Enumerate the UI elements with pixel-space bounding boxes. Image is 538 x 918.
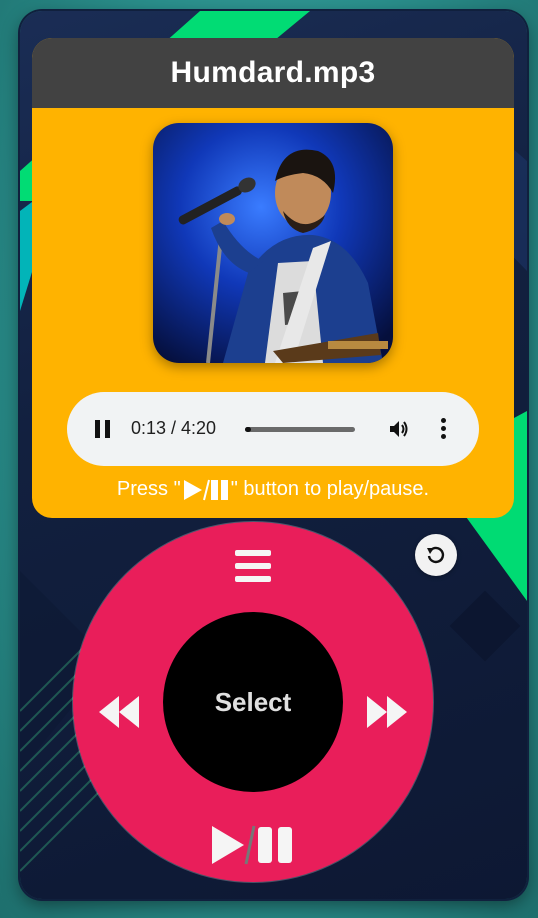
hint-suffix: " button to play/pause.: [230, 478, 430, 500]
progress-slider[interactable]: [245, 427, 355, 432]
audio-player: 0:13 / 4:20: [67, 392, 479, 466]
player-screen: Humdard.mp3 0:13 / 4:20 Press " " button…: [32, 38, 514, 518]
select-button[interactable]: Select: [163, 612, 343, 792]
reset-button[interactable]: [415, 534, 457, 576]
volume-icon[interactable]: [387, 417, 411, 441]
song-title: Humdard.mp3: [170, 56, 376, 89]
reset-icon: [427, 546, 445, 564]
more-options-icon[interactable]: [441, 418, 447, 440]
singer-with-microphone-photo: [153, 123, 393, 363]
album-art: [153, 123, 393, 363]
title-bar: Humdard.mp3: [32, 38, 514, 108]
play-pause-icon[interactable]: [210, 824, 298, 871]
pause-icon[interactable]: [95, 420, 111, 438]
play-pause-hint: Press " " button to play/pause.: [32, 478, 514, 501]
menu-icon[interactable]: [235, 550, 271, 587]
fast-forward-icon[interactable]: [365, 696, 409, 733]
play-pause-icon: [182, 479, 230, 501]
hint-prefix: Press ": [116, 478, 181, 500]
time-display: 0:13 / 4:20: [131, 418, 217, 438]
click-wheel[interactable]: Select: [73, 522, 433, 882]
progress-fill: [245, 427, 251, 432]
rewind-icon[interactable]: [97, 696, 141, 733]
